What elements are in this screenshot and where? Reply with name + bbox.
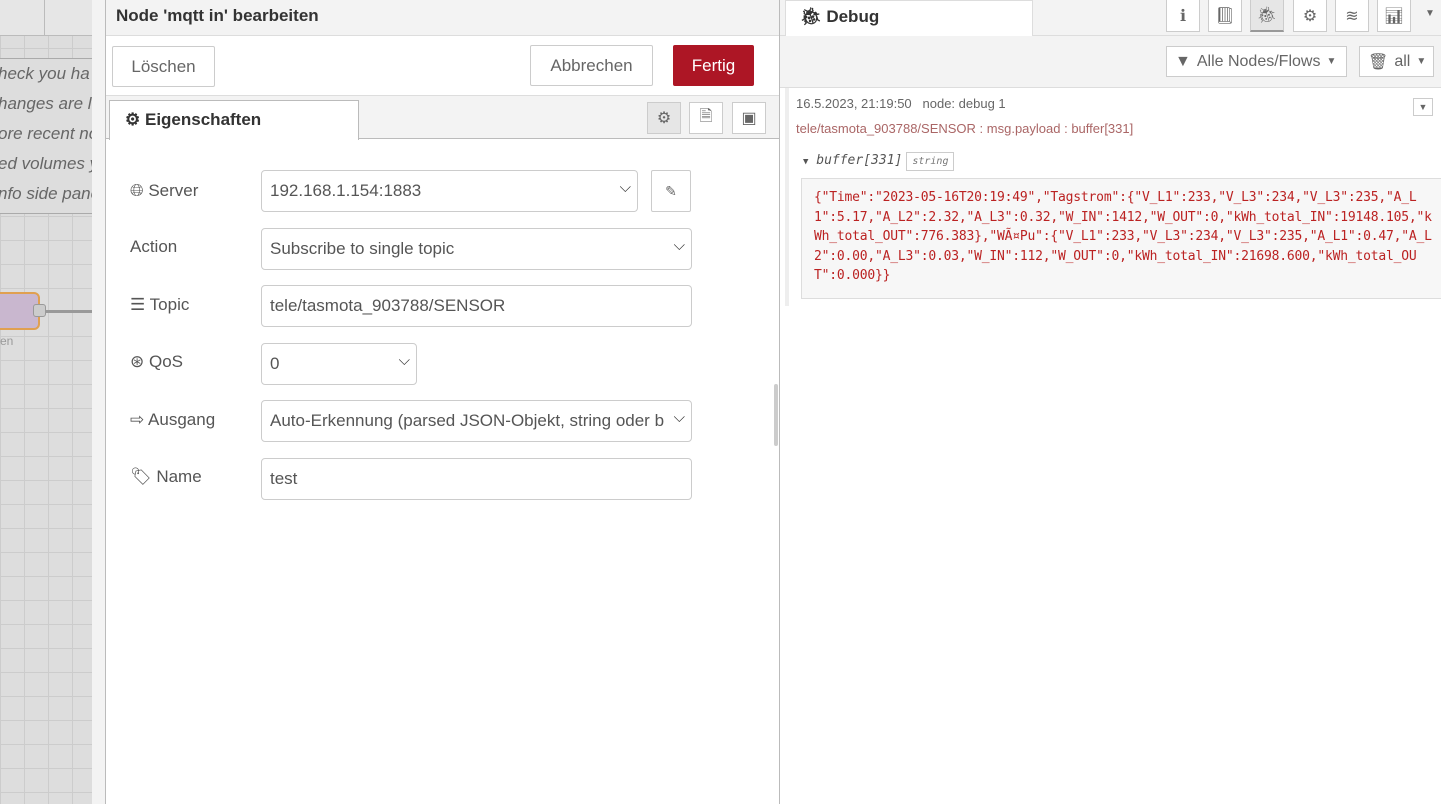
message-topic: tele/tasmota_903788/SENSOR : msg.payload… [796,121,1134,136]
payload-value: {"Time":"2023-05-16T20:19:49","Tagstrom"… [801,178,1441,299]
filter-icon: ▼ [1175,52,1191,70]
output-select[interactable]: Auto-Erkennung (parsed JSON-Objekt, stri… [261,400,692,442]
tab-bar: ⚙ Eigenschaften ⚙ 🗎 ▣ [106,95,779,140]
output-label: ⇨ Ausgang [130,410,216,429]
delete-button[interactable]: Löschen [112,46,215,87]
tab-debug[interactable]: 🐞︎ Debug [785,0,1033,36]
debug-message: 16.5.2023, 21:19:50 node: debug 1 ▼ tele… [785,88,1441,306]
notice-line: ed volumes y [0,154,99,173]
database-icon[interactable]: ≋ [1335,0,1369,32]
message-meta: 16.5.2023, 21:19:50 node: debug 1 [796,96,1006,111]
edit-server-button[interactable]: ✎ [651,170,691,212]
tag-icon: 🏷︎ [130,467,152,486]
action-label: Action [130,237,178,256]
bug-icon: 🐞︎ [800,7,822,26]
tray-title: Node 'mqtt in' bearbeiten [106,0,779,36]
tab-properties[interactable]: ⚙ Eigenschaften [109,100,359,140]
notice-line: nfo side pane [0,184,101,203]
cancel-button[interactable]: Abbrechen [530,45,653,86]
gear-icon: ⚙ [125,110,141,129]
topic-input[interactable]: tele/tasmota_903788/SENSOR [261,285,692,327]
server-select[interactable]: 192.168.1.154:1883 [261,170,638,212]
notice-line: heck you ha [0,64,90,83]
qos-select[interactable]: 0 [261,343,417,385]
filter-dropdown[interactable]: ▼ Alle Nodes/Flows ▼ [1166,46,1347,77]
notice-line: hanges are l [0,94,92,113]
type-badge[interactable]: string [906,152,955,171]
trash-icon: 🗑︎ [1368,53,1389,71]
notice-line: ore recent no [0,124,99,143]
bar-chart-icon[interactable]: 📊︎ [1377,0,1411,32]
chevron-down-icon[interactable]: ▼ [1425,8,1435,19]
gear-icon[interactable]: ⚙ [647,102,681,134]
payload-tree-toggle[interactable]: ▼ buffer[331] string [803,152,955,171]
flow-canvas[interactable]: heck you ha hanges are l ore recent no e… [0,0,105,804]
description-icon[interactable]: 🗎 [689,102,723,134]
bug-icon[interactable]: 🐞︎ [1250,0,1284,32]
canvas-notice: heck you ha hanges are l ore recent no e… [0,58,105,214]
debug-sidebar: 🐞︎ Debug ℹ 📕︎ 🐞︎ ⚙ ≋ 📊︎ ▼ ▼ Alle Nodes/Fl… [780,0,1441,804]
action-select[interactable]: Subscribe to single topic [261,228,692,270]
life-ring-icon: ⊛ [130,352,145,371]
globe-icon: 🌐︎ [130,181,144,200]
scrollbar[interactable] [774,384,778,446]
edit-tray: Node 'mqtt in' bearbeiten Löschen Abbrec… [105,0,780,804]
message-menu-button[interactable]: ▼ [1413,98,1433,116]
node-label: en [0,334,14,348]
tab-label: Eigenschaften [144,110,262,129]
pencil-icon: ✎ [665,182,677,199]
clear-dropdown[interactable]: 🗑︎ all ▼ [1359,46,1434,77]
sign-out-icon: ⇨ [130,410,145,429]
appearance-icon[interactable]: ▣ [732,102,766,134]
server-label: 🌐︎ Server [130,181,199,200]
qos-label: ⊛ QoS [130,352,184,371]
topic-label: ☰ Topic [130,295,190,314]
book-icon[interactable]: 📕︎ [1208,0,1242,32]
gear-icon[interactable]: ⚙ [1293,0,1327,32]
name-input[interactable]: test [261,458,692,500]
node-output-port[interactable] [33,304,46,317]
name-label: 🏷︎ Name [130,467,202,486]
workspace-tabs [0,0,105,36]
tasks-icon: ☰ [130,295,146,314]
tray-shadow [92,0,105,804]
done-button[interactable]: Fertig [673,45,754,86]
info-icon[interactable]: ℹ [1166,0,1200,32]
